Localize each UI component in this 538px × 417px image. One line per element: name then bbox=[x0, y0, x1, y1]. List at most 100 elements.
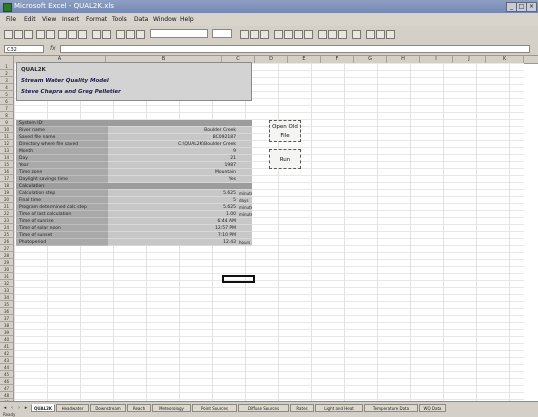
parameter-value[interactable]: 12:57 PM bbox=[108, 225, 238, 232]
row-header[interactable]: 1 bbox=[0, 63, 14, 70]
name-box[interactable]: C32 bbox=[4, 45, 44, 53]
row-header[interactable]: 16 bbox=[0, 168, 14, 175]
row-header[interactable]: 14 bbox=[0, 154, 14, 161]
row-header[interactable]: 39 bbox=[0, 329, 14, 336]
parameter-value[interactable]: 6:44 AM bbox=[108, 218, 238, 225]
column-header-i[interactable]: I bbox=[420, 56, 453, 63]
parameter-value[interactable]: Mountain bbox=[108, 169, 238, 176]
select-all-corner[interactable] bbox=[0, 56, 14, 63]
row-header[interactable]: 6 bbox=[0, 98, 14, 105]
parameter-value[interactable]: 5.625 bbox=[108, 190, 238, 197]
font-size-select[interactable] bbox=[212, 29, 232, 38]
parameter-value[interactable]: Yes bbox=[108, 176, 238, 183]
currency-icon[interactable] bbox=[318, 30, 327, 39]
row-header[interactable]: 48 bbox=[0, 392, 14, 399]
menu-file[interactable]: File bbox=[6, 13, 16, 26]
parameter-value[interactable]: 9 bbox=[108, 148, 238, 155]
indent-icon[interactable] bbox=[352, 30, 361, 39]
borders-icon[interactable] bbox=[366, 30, 375, 39]
preview-icon[interactable] bbox=[46, 30, 55, 39]
parameter-value[interactable]: 7:10 PM bbox=[108, 232, 238, 239]
row-header[interactable]: 15 bbox=[0, 161, 14, 168]
row-header[interactable]: 28 bbox=[0, 252, 14, 259]
sheet-tab[interactable]: Headwater bbox=[56, 404, 89, 412]
parameter-value[interactable]: 5 bbox=[108, 197, 238, 204]
row-header[interactable]: 32 bbox=[0, 280, 14, 287]
menu-data[interactable]: Data bbox=[134, 13, 148, 26]
paste-icon[interactable] bbox=[78, 30, 87, 39]
prev-sheet-icon[interactable]: ‹ bbox=[9, 405, 15, 411]
column-header-j[interactable]: J bbox=[453, 56, 486, 63]
parameter-value[interactable]: 1987 bbox=[108, 162, 238, 169]
row-header[interactable]: 27 bbox=[0, 245, 14, 252]
column-header-k[interactable]: K bbox=[486, 56, 524, 63]
save-icon[interactable] bbox=[24, 30, 33, 39]
next-sheet-icon[interactable]: › bbox=[16, 405, 22, 411]
sheet-tab[interactable]: Light and Heat bbox=[315, 404, 363, 412]
sheet-tab[interactable]: WQ Data bbox=[419, 404, 446, 412]
row-header[interactable]: 23 bbox=[0, 217, 14, 224]
row-header[interactable]: 45 bbox=[0, 371, 14, 378]
menu-view[interactable]: View bbox=[42, 13, 56, 26]
row-header[interactable]: 2 bbox=[0, 70, 14, 77]
sheet-tab[interactable]: Meteorology bbox=[152, 404, 191, 412]
sum-icon[interactable] bbox=[116, 30, 125, 39]
menu-edit[interactable]: Edit bbox=[24, 13, 36, 26]
row-header[interactable]: 40 bbox=[0, 336, 14, 343]
row-header[interactable]: 3 bbox=[0, 77, 14, 84]
row-header[interactable]: 12 bbox=[0, 140, 14, 147]
sheet-tab[interactable]: Reach bbox=[127, 404, 151, 412]
comma-icon[interactable] bbox=[338, 30, 347, 39]
row-header[interactable]: 17 bbox=[0, 175, 14, 182]
open-old-file-button[interactable]: Open Old File bbox=[269, 120, 301, 142]
row-header[interactable]: 30 bbox=[0, 266, 14, 273]
row-header[interactable]: 35 bbox=[0, 301, 14, 308]
column-header-d[interactable]: D bbox=[255, 56, 288, 63]
row-header[interactable]: 36 bbox=[0, 308, 14, 315]
sheet-tab[interactable]: Rates bbox=[290, 404, 314, 412]
parameter-value[interactable]: 1.00 bbox=[108, 211, 238, 218]
row-header[interactable]: 10 bbox=[0, 126, 14, 133]
row-header[interactable]: 46 bbox=[0, 378, 14, 385]
redo-icon[interactable] bbox=[102, 30, 111, 39]
row-header[interactable]: 4 bbox=[0, 84, 14, 91]
undo-icon[interactable] bbox=[92, 30, 101, 39]
menu-insert[interactable]: Insert bbox=[62, 13, 79, 26]
underline-icon[interactable] bbox=[260, 30, 269, 39]
row-header[interactable]: 38 bbox=[0, 322, 14, 329]
align-center-icon[interactable] bbox=[284, 30, 293, 39]
sheet-tab[interactable]: Diffuse Sources bbox=[238, 404, 289, 412]
percent-icon[interactable] bbox=[328, 30, 337, 39]
merge-icon[interactable] bbox=[304, 30, 313, 39]
cut-icon[interactable] bbox=[58, 30, 67, 39]
parameter-value[interactable]: Boulder Creek bbox=[108, 127, 238, 134]
row-header[interactable]: 9 bbox=[0, 119, 14, 126]
parameter-value[interactable]: 21 bbox=[108, 155, 238, 162]
row-header[interactable]: 24 bbox=[0, 224, 14, 231]
row-header[interactable]: 43 bbox=[0, 357, 14, 364]
active-cell[interactable] bbox=[222, 275, 255, 283]
row-header[interactable]: 26 bbox=[0, 238, 14, 245]
row-header[interactable]: 11 bbox=[0, 133, 14, 140]
font-color-icon[interactable] bbox=[386, 30, 395, 39]
sort-icon[interactable] bbox=[126, 30, 135, 39]
row-header[interactable]: 44 bbox=[0, 364, 14, 371]
menu-tools[interactable]: Tools bbox=[112, 13, 127, 26]
parameter-value[interactable]: C:\QUAL2K\Boulder Creek bbox=[108, 141, 238, 148]
row-header[interactable]: 19 bbox=[0, 189, 14, 196]
row-header[interactable]: 21 bbox=[0, 203, 14, 210]
row-header[interactable]: 7 bbox=[0, 105, 14, 112]
row-header[interactable]: 41 bbox=[0, 343, 14, 350]
row-header[interactable]: 18 bbox=[0, 182, 14, 189]
open-icon[interactable] bbox=[14, 30, 23, 39]
row-header[interactable]: 37 bbox=[0, 315, 14, 322]
close-button[interactable]: × bbox=[526, 2, 537, 12]
parameter-value[interactable]: BC092187 bbox=[108, 134, 238, 141]
row-header[interactable]: 25 bbox=[0, 231, 14, 238]
first-sheet-icon[interactable]: ◂ bbox=[2, 405, 8, 411]
run-button[interactable]: Run bbox=[269, 149, 301, 169]
parameter-value[interactable] bbox=[108, 120, 238, 127]
menu-format[interactable]: Format bbox=[86, 13, 107, 26]
align-left-icon[interactable] bbox=[274, 30, 283, 39]
new-icon[interactable] bbox=[4, 30, 13, 39]
